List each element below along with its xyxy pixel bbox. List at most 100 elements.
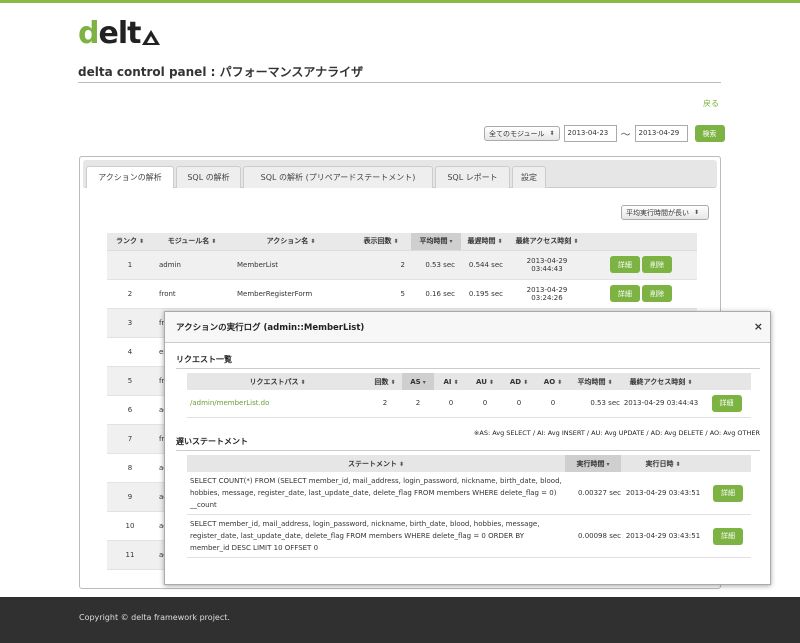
sort-select-value: 平均実行時間が長い <box>626 208 689 217</box>
close-icon[interactable]: × <box>754 320 763 333</box>
th-exec-time[interactable]: 実行時間 ▾ <box>565 455 621 472</box>
cell-max: 0.195 sec <box>461 279 509 309</box>
cell-actions: 詳細 削除 <box>585 279 697 309</box>
cell-count: 5 <box>351 279 411 309</box>
table-header-row: ランク ⬍ モジュール名 ⬍ アクション名 ⬍ 表示回数 ⬍ 平均時間 ▾ 最遅時間 ⬍ 最… <box>107 233 697 251</box>
sort-select[interactable]: 平均実行時間が長い ⬍ <box>621 205 709 220</box>
table-header-row: ステートメント ⬍ 実行時間 ▾ 実行日時 ⬍ <box>187 455 751 472</box>
th-count[interactable]: 表示回数 ⬍ <box>351 233 411 251</box>
cell-rank: 6 <box>107 395 153 425</box>
delete-button[interactable]: 削除 <box>642 285 673 302</box>
copyright: Copyright © delta framework project. <box>79 613 230 622</box>
top-accent-bar <box>0 0 800 3</box>
cell-last-access: 2013-04-29 03:44:43 <box>509 250 585 280</box>
requests-heading: リクエスト一覧 <box>176 355 232 364</box>
cell-action: MemberList <box>231 250 351 280</box>
cell-rank: 10 <box>107 511 153 541</box>
search-button[interactable]: 検索 <box>694 125 725 142</box>
detail-button[interactable]: 詳細 <box>713 484 743 502</box>
cell-statement: SELECT COUNT(*) FROM (SELECT member_id, … <box>187 472 565 515</box>
th-max[interactable]: 最遅時間 ⬍ <box>461 233 509 251</box>
cell-ad: 0 <box>502 390 536 418</box>
cell-rank: 8 <box>107 453 153 483</box>
detail-button[interactable]: 詳細 <box>609 285 640 302</box>
tab-sql-report[interactable]: SQL レポート <box>435 166 510 188</box>
cell-rank: 4 <box>107 337 153 367</box>
cell-rank: 5 <box>107 366 153 396</box>
th-avg[interactable]: 平均時間 ▾ <box>411 233 461 251</box>
th-actions <box>705 455 751 472</box>
delta-logo: delt <box>78 16 161 51</box>
th-ao[interactable]: AO ⬍ <box>536 373 570 390</box>
cell-max: 0.544 sec <box>461 250 509 280</box>
cell-avg: 0.16 sec <box>411 279 461 309</box>
title-divider <box>78 82 721 83</box>
tab-prepared-statement[interactable]: SQL の解析 (プリペアードステートメント) <box>243 166 433 188</box>
request-path-link[interactable]: /admin/memberList.do <box>187 390 368 418</box>
cell-actions: 詳細 <box>705 514 751 558</box>
cell-count: 2 <box>351 250 411 280</box>
date-from-input[interactable]: 2013-04-23 <box>563 125 617 142</box>
logo-letter-d: d <box>78 16 100 51</box>
tab-action-analysis[interactable]: アクションの解析 <box>86 166 174 188</box>
logo-text-rest: elt <box>98 16 141 51</box>
tab-settings[interactable]: 設定 <box>512 166 546 188</box>
cell-rank: 1 <box>107 250 153 280</box>
detail-button[interactable]: 詳細 <box>711 394 742 412</box>
cell-module: admin <box>153 250 231 280</box>
th-as[interactable]: AS ▾ <box>402 373 434 390</box>
th-module[interactable]: モジュール名 ⬍ <box>153 233 231 251</box>
filter-bar: 全てのモジュール ⬍ 2013-04-23 〜 2013-04-29 検索 <box>484 125 725 142</box>
back-link[interactable]: 戻る <box>703 98 719 109</box>
cell-rank: 7 <box>107 424 153 454</box>
cell-avg: 0.53 sec <box>570 390 620 418</box>
table-row: 2 front MemberRegisterForm 5 0.16 sec 0.… <box>107 279 697 309</box>
page-title: delta control panel : パフォーマンスアナライザ <box>78 65 364 79</box>
th-last-access[interactable]: 最終アクセス時刻 ⬍ <box>620 373 702 390</box>
cell-exec-time: 0.00327 sec <box>565 472 621 515</box>
th-request-path[interactable]: リクエストパス ⬍ <box>187 373 368 390</box>
action-log-dialog: アクションの実行ログ (admin::MemberList) × リクエスト一覧… <box>164 311 771 585</box>
th-au[interactable]: AU ⬍ <box>468 373 502 390</box>
cell-rank: 2 <box>107 279 153 309</box>
th-exec-date[interactable]: 実行日時 ⬍ <box>621 455 705 472</box>
slow-statements-heading: 遅いステートメント <box>176 437 248 446</box>
cell-ai: 0 <box>434 390 468 418</box>
cell-au: 0 <box>468 390 502 418</box>
cell-count: 2 <box>368 390 402 418</box>
cell-module: front <box>153 279 231 309</box>
cell-exec-date: 2013-04-29 03:43:51 <box>621 472 705 515</box>
footer: Copyright © delta framework project. <box>0 597 800 643</box>
table-row: 1 admin MemberList 2 0.53 sec 0.544 sec … <box>107 250 697 280</box>
cell-statement: SELECT member_id, mail_address, login_pa… <box>187 514 565 558</box>
dialog-title: アクションの実行ログ (admin::MemberList) <box>165 312 770 343</box>
section-divider <box>176 450 760 451</box>
th-actions <box>702 373 751 390</box>
th-rank[interactable]: ランク ⬍ <box>107 233 153 251</box>
cell-actions: 詳細 削除 <box>585 250 697 280</box>
date-to-input[interactable]: 2013-04-29 <box>634 125 688 142</box>
tab-bar: アクションの解析 SQL の解析 SQL の解析 (プリペアードステートメント)… <box>83 160 717 188</box>
cell-actions: 詳細 <box>702 390 751 418</box>
logo-triangle-icon <box>142 29 161 45</box>
th-action[interactable]: アクション名 ⬍ <box>231 233 351 251</box>
select-arrows-icon: ⬍ <box>549 130 555 137</box>
cell-exec-time: 0.00098 sec <box>565 514 621 558</box>
detail-button[interactable]: 詳細 <box>609 256 640 273</box>
module-select[interactable]: 全てのモジュール ⬍ <box>484 126 560 141</box>
th-last-access[interactable]: 最終アクセス時刻 ⬍ <box>509 233 585 251</box>
th-avg[interactable]: 平均時間 ⬍ <box>570 373 620 390</box>
th-ad[interactable]: AD ⬍ <box>502 373 536 390</box>
th-count[interactable]: 回数 ⬍ <box>368 373 402 390</box>
delete-button[interactable]: 削除 <box>642 256 673 273</box>
date-range-separator: 〜 <box>620 130 631 141</box>
request-table: リクエストパス ⬍ 回数 ⬍ AS ▾ AI ⬍ AU ⬍ AD ⬍ AO ⬍ 平均時間 ⬍ 最… <box>187 373 751 418</box>
cell-as: 2 <box>402 390 434 418</box>
th-statement[interactable]: ステートメント ⬍ <box>187 455 565 472</box>
detail-button[interactable]: 詳細 <box>713 527 743 545</box>
tab-sql-analysis[interactable]: SQL の解析 <box>176 166 241 188</box>
cell-last-access: 2013-04-29 03:44:43 <box>620 390 702 418</box>
th-ai[interactable]: AI ⬍ <box>434 373 468 390</box>
statement-table: ステートメント ⬍ 実行時間 ▾ 実行日時 ⬍ SELECT COUNT(*) FRO… <box>187 455 751 558</box>
cell-exec-date: 2013-04-29 03:43:51 <box>621 514 705 558</box>
